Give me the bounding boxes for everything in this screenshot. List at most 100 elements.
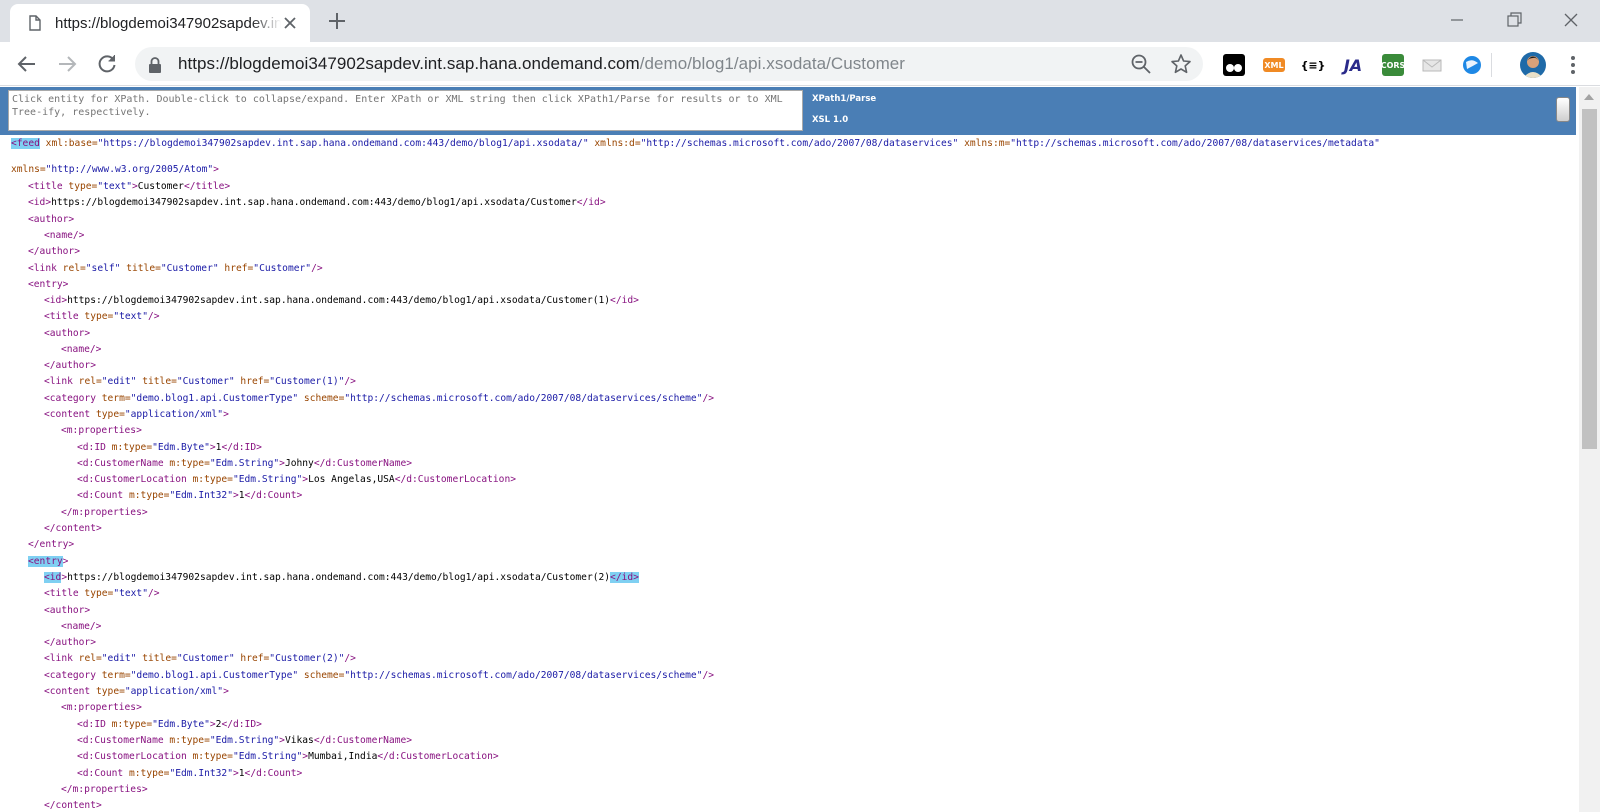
xpath-parse-button[interactable]: XPath1/Parse [812, 94, 876, 104]
xml-tag[interactable]: </author> [44, 637, 96, 648]
xml-line[interactable]: <m:properties> [61, 701, 142, 714]
xml-tag[interactable]: </author> [28, 246, 80, 257]
scrollbar-thumb[interactable] [1582, 109, 1597, 449]
avatar[interactable] [1520, 52, 1546, 78]
new-tab-icon[interactable] [327, 11, 347, 31]
xml-tag[interactable]: <author> [28, 214, 74, 225]
xml-line[interactable]: </m:properties> [61, 783, 148, 796]
xml-tag[interactable]: <author> [44, 605, 90, 616]
xml-tag[interactable]: </id> [610, 572, 639, 583]
xml-tag[interactable]: /> [148, 311, 160, 322]
xml-tag[interactable]: <d:CustomerName [77, 458, 164, 469]
more-menu-icon[interactable] [1563, 54, 1583, 76]
xml-tag[interactable]: /> [344, 653, 356, 664]
xml-tag[interactable]: </d:ID> [221, 442, 261, 453]
xml-tag[interactable]: <link [28, 263, 57, 274]
xml-tag[interactable]: <category [44, 393, 96, 404]
xml-line[interactable]: </m:properties> [61, 506, 148, 519]
xml-line[interactable]: <id>https://blogdemoi347902sapdev.int.sa… [44, 294, 639, 307]
forward-icon[interactable] [55, 52, 79, 76]
xml-tag[interactable]: </d:CustomerLocation> [377, 751, 498, 762]
xml-tag[interactable]: <d:Count [77, 768, 123, 779]
xml-line[interactable]: <name/> [61, 620, 101, 633]
xml-tag[interactable]: </content> [44, 800, 102, 811]
xml-tag[interactable]: <d:ID [77, 719, 106, 730]
xml-line[interactable]: <id>https://blogdemoi347902sapdev.int.sa… [28, 196, 606, 209]
xml-line[interactable]: <content type="application/xml"> [44, 685, 229, 698]
xml-line[interactable]: </content> [44, 522, 102, 535]
xml-tag[interactable]: </d:CustomerName> [314, 458, 412, 469]
xml-tag[interactable]: </d:CustomerName> [314, 735, 412, 746]
xml-line[interactable]: </author> [28, 245, 80, 258]
xml-tag[interactable]: </d:Count> [245, 768, 303, 779]
xml-line[interactable]: <d:Count m:type="Edm.Int32">1</d:Count> [77, 767, 302, 780]
cors-icon[interactable]: CORS [1381, 54, 1405, 76]
xml-tag[interactable]: <content [44, 409, 90, 420]
xml-line[interactable]: <d:CustomerName m:type="Edm.String">Vika… [77, 734, 412, 747]
xml-tag[interactable]: <id> [28, 197, 51, 208]
xml-line[interactable]: <entry> [28, 555, 68, 568]
xml-line[interactable]: </entry> [28, 538, 74, 551]
xml-tag[interactable]: <category [44, 670, 96, 681]
back-icon[interactable] [15, 52, 39, 76]
xml-tag[interactable]: /> [702, 670, 714, 681]
xml-tag[interactable]: > [223, 409, 229, 420]
globe-extension-icon[interactable] [1461, 54, 1483, 76]
xpath-input[interactable] [8, 90, 803, 131]
restore-icon[interactable] [1502, 8, 1526, 32]
xml-line[interactable]: <d:Count m:type="Edm.Int32">1</d:Count> [77, 489, 302, 502]
xml-tag[interactable]: <d:CustomerName [77, 735, 164, 746]
xml-line[interactable]: <d:CustomerName m:type="Edm.String">John… [77, 457, 412, 470]
bookmark-star-icon[interactable] [1170, 53, 1192, 75]
xml-tag[interactable]: <d:CustomerLocation [77, 474, 187, 485]
xml-tag[interactable]: <title [28, 181, 63, 192]
xml-line[interactable]: <link rel="edit" title="Customer" href="… [44, 652, 356, 665]
xml-tag[interactable]: <entry> [28, 279, 68, 290]
xml-line[interactable]: <title type="text"/> [44, 587, 160, 600]
xml-line[interactable]: <feed xml:base="https://blogdemoi347902s… [11, 137, 1380, 150]
browser-tab[interactable]: https://blogdemoi347902sapdev.int.sap.ha… [10, 4, 310, 42]
xml-tag[interactable]: <name/> [61, 621, 101, 632]
xml-line[interactable]: <d:CustomerLocation m:type="Edm.String">… [77, 473, 516, 486]
xml-tag[interactable]: <id [44, 572, 62, 583]
xml-tag[interactable]: <id> [44, 295, 67, 306]
xml-tag[interactable]: </m:properties> [61, 784, 148, 795]
xml-line[interactable]: </author> [44, 359, 96, 372]
xml-line[interactable]: <title type="text"/> [44, 310, 160, 323]
xml-tag[interactable]: /> [344, 376, 356, 387]
xml-line[interactable]: <m:properties> [61, 424, 142, 437]
xml-tag[interactable]: <d:CustomerLocation [77, 751, 187, 762]
xml-tag[interactable]: </m:properties> [61, 507, 148, 518]
xml-line[interactable]: xmlns="http://www.w3.org/2005/Atom"> [11, 163, 219, 176]
zoom-out-icon[interactable] [1130, 53, 1152, 75]
xml-line[interactable]: <content type="application/xml"> [44, 408, 229, 421]
xml-line[interactable]: <author> [44, 604, 90, 617]
json-formatter-icon[interactable]: {≡} [1301, 54, 1326, 76]
address-bar[interactable]: https://blogdemoi347902sapdev.int.sap.ha… [135, 47, 1203, 81]
xml-line[interactable]: <d:ID m:type="Edm.Byte">1</d:ID> [77, 441, 262, 454]
vertical-scrollbar[interactable] [1579, 87, 1600, 812]
tampermonkey-icon[interactable] [1223, 54, 1245, 76]
ja-icon[interactable]: JA [1342, 54, 1364, 76]
xml-tag[interactable]: <title [44, 588, 79, 599]
xml-tag[interactable]: <d:Count [77, 490, 123, 501]
xml-tag[interactable]: </title> [184, 181, 230, 192]
xml-line[interactable]: <title type="text">Customer</title> [28, 180, 230, 193]
xml-line[interactable]: <author> [44, 327, 90, 340]
xml-line[interactable]: <link rel="self" title="Customer" href="… [28, 262, 323, 275]
xsl-button[interactable]: XSL 1.0 [812, 115, 848, 125]
close-icon[interactable] [282, 15, 298, 31]
xml-line[interactable]: </author> [44, 636, 96, 649]
xml-tag[interactable]: /> [148, 588, 160, 599]
xml-tag[interactable]: <m:properties> [61, 702, 142, 713]
xml-tag[interactable]: /> [702, 393, 714, 404]
xml-tag[interactable]: > [213, 164, 219, 175]
lock-icon[interactable] [148, 57, 162, 73]
xml-tag[interactable]: <d:ID [77, 442, 106, 453]
xml-line[interactable]: <entry> [28, 278, 68, 291]
xml-tag[interactable]: <entry [28, 556, 63, 567]
xml-tag[interactable]: </id> [577, 197, 606, 208]
xml-tree-icon[interactable]: XML [1263, 58, 1285, 72]
xml-line[interactable]: <category term="demo.blog1.api.CustomerT… [44, 669, 714, 682]
xml-tag[interactable]: </content> [44, 523, 102, 534]
